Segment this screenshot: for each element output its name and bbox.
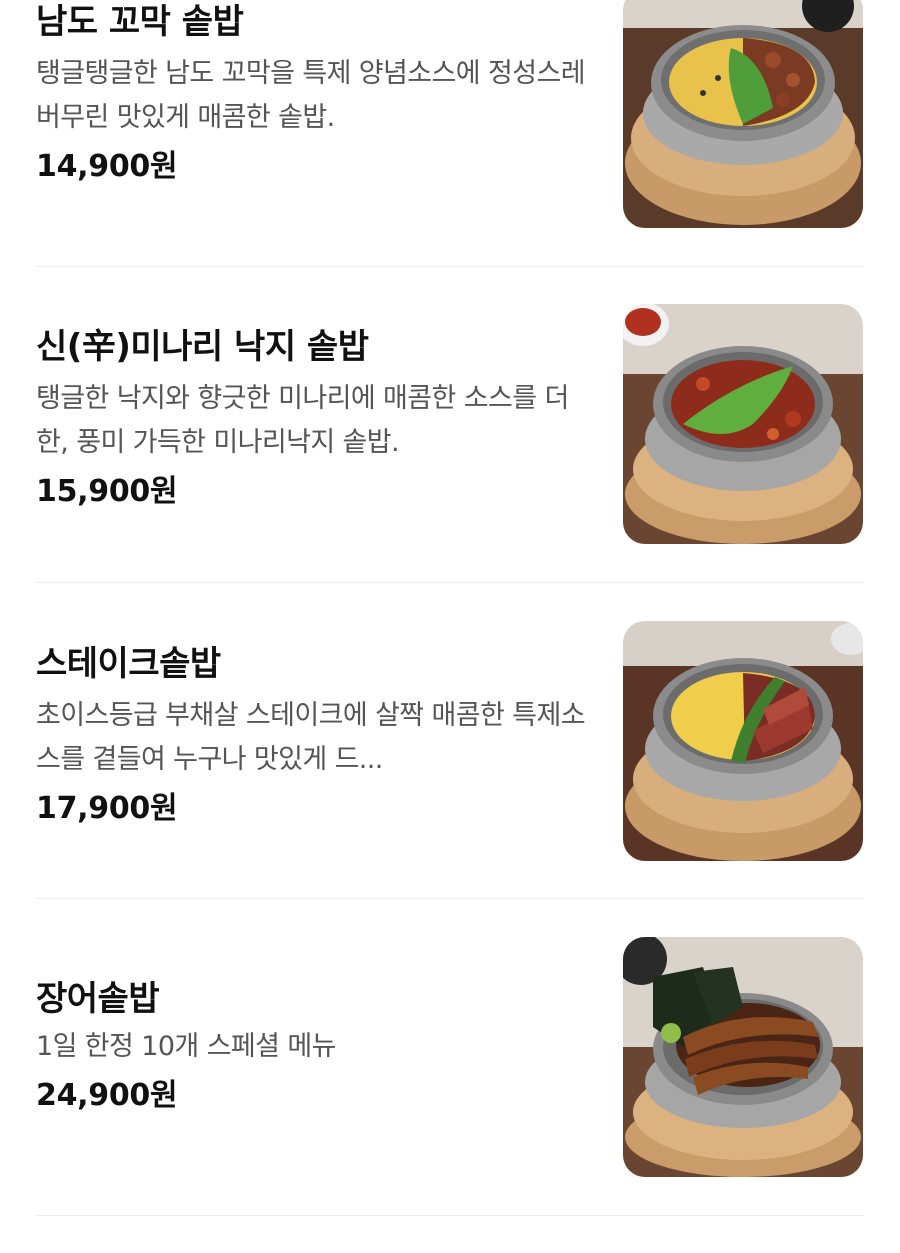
menu-item-price: 24,900원 bbox=[36, 1078, 178, 1113]
menu-item-description: 1일 한정 10개 스페셜 메뉴 bbox=[36, 1031, 336, 1062]
menu-item-description: 탱글한 낙지와 향긋한 미나리에 매콤한 소스를 더한, 풍미 가득한 미나리낙… bbox=[36, 383, 569, 458]
menu-item-name: 남도 꼬막 솥밥 bbox=[36, 2, 244, 42]
octopus-sotbap-photo bbox=[623, 304, 863, 544]
steak-sotbap-photo bbox=[623, 621, 863, 861]
divider bbox=[36, 266, 863, 267]
divider bbox=[36, 898, 863, 899]
menu-item-description: 초이스등급 부채살 스테이크에 살짝 매콤한 특제소스를 곁들여 누구나 맛있게… bbox=[36, 700, 586, 775]
menu-item-price: 14,900원 bbox=[36, 149, 178, 184]
menu-item-photo[interactable] bbox=[623, 304, 863, 544]
divider bbox=[36, 1215, 863, 1216]
menu-item-photo[interactable] bbox=[623, 937, 863, 1177]
menu-item-octopus-sotbap[interactable]: 신(辛)미나리 낙지 솥밥 탱글한 낙지와 향긋한 미나리에 매콤한 소스를 더… bbox=[36, 304, 863, 620]
eel-sotbap-photo bbox=[623, 937, 863, 1177]
cockle-sotbap-photo bbox=[623, 0, 863, 228]
menu-item-name: 장어솥밥 bbox=[36, 979, 160, 1019]
menu-item-name: 신(辛)미나리 낙지 솥밥 bbox=[36, 327, 369, 367]
menu-list: 남도 꼬막 솥밥 탱글탱글한 남도 꼬막을 특제 양념소스에 정성스레 버무린 … bbox=[0, 0, 900, 1248]
menu-item-photo[interactable] bbox=[623, 621, 863, 861]
menu-item-name: 스테이크솥밥 bbox=[36, 644, 221, 684]
menu-item-text: 스테이크솥밥 초이스등급 부채살 스테이크에 살짝 매콤한 특제소스를 곁들여 … bbox=[36, 642, 596, 830]
menu-item-text: 신(辛)미나리 낙지 솥밥 탱글한 낙지와 향긋한 미나리에 매콤한 소스를 더… bbox=[36, 325, 596, 513]
menu-item-photo[interactable] bbox=[623, 0, 863, 228]
menu-item-steak-sotbap[interactable]: 스테이크솥밥 초이스등급 부채살 스테이크에 살짝 매콤한 특제소스를 곁들여 … bbox=[36, 621, 863, 937]
menu-item-price: 17,900원 bbox=[36, 791, 178, 826]
menu-item-cockle-sotbap[interactable]: 남도 꼬막 솥밥 탱글탱글한 남도 꼬막을 특제 양념소스에 정성스레 버무린 … bbox=[36, 0, 863, 304]
divider bbox=[36, 582, 863, 583]
menu-item-eel-sotbap[interactable]: 장어솥밥 1일 한정 10개 스페셜 메뉴 24,900원 bbox=[36, 937, 863, 1253]
menu-item-price: 15,900원 bbox=[36, 474, 178, 509]
menu-item-text: 남도 꼬막 솥밥 탱글탱글한 남도 꼬막을 특제 양념소스에 정성스레 버무린 … bbox=[36, 0, 596, 188]
menu-item-description: 탱글탱글한 남도 꼬막을 특제 양념소스에 정성스레 버무린 맛있게 매콤한 솥… bbox=[36, 58, 586, 133]
menu-item-text: 장어솥밥 1일 한정 10개 스페셜 메뉴 24,900원 bbox=[36, 977, 596, 1117]
